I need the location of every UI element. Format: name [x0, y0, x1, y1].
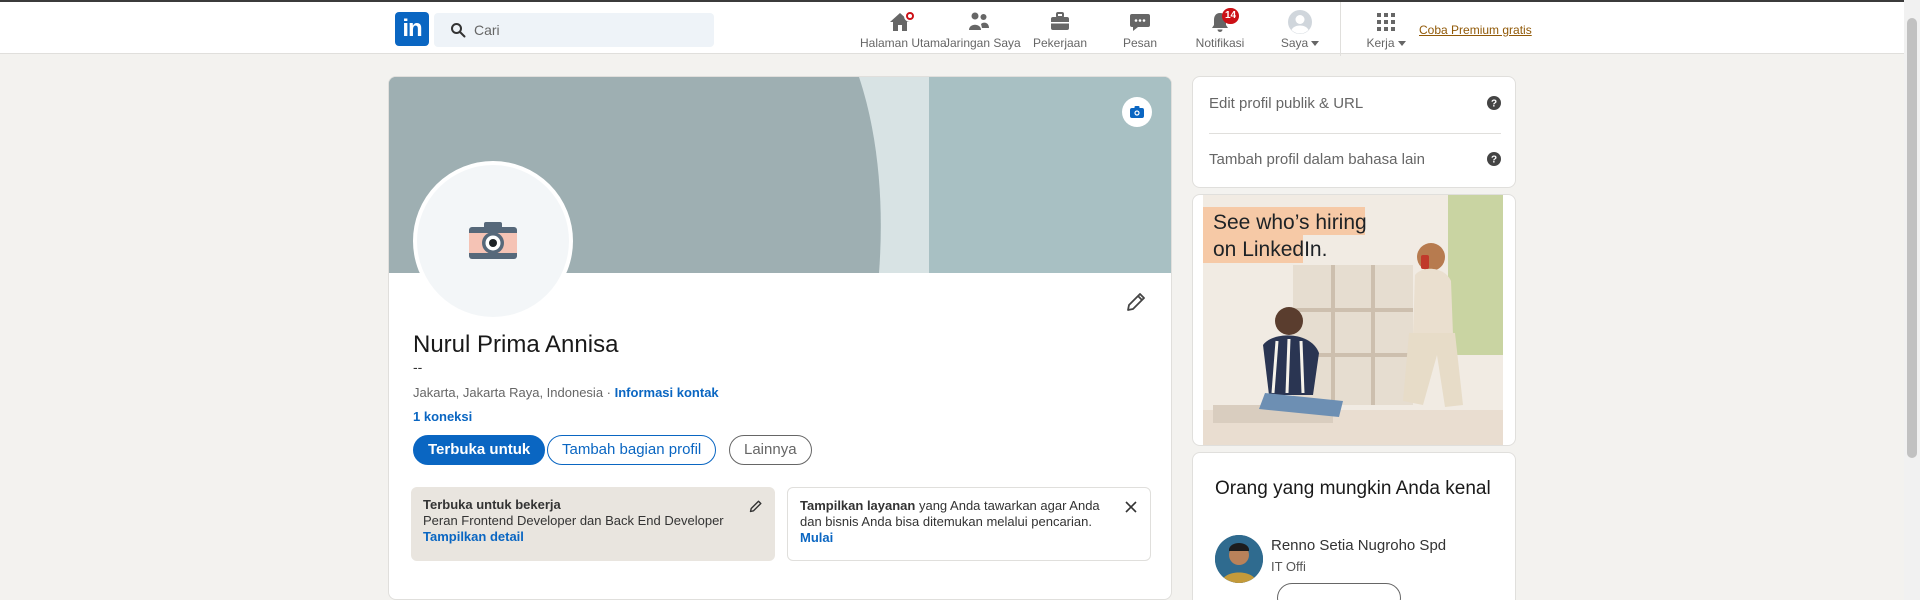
profile-name: Nurul Prima Annisa [413, 331, 619, 358]
edit-open-to-work-button[interactable] [749, 499, 763, 517]
close-icon [1125, 501, 1137, 513]
help-icon[interactable]: ? [1487, 96, 1501, 110]
search-box[interactable] [434, 13, 714, 47]
camera-icon [1130, 106, 1144, 118]
location-text: Jakarta, Jakarta Raya, Indonesia [413, 385, 604, 400]
services-bold-text: Tampilkan layanan [800, 498, 916, 513]
nav-network-label: Jaringan Saya [944, 36, 1021, 50]
nav-notifications-label: Notifikasi [1195, 36, 1245, 50]
contact-info-link[interactable]: Informasi kontak [615, 385, 719, 400]
search-icon [451, 23, 466, 38]
grid-icon [1377, 13, 1395, 31]
profile-photo-placeholder[interactable] [413, 161, 573, 321]
avatar-icon [1288, 10, 1312, 34]
svg-text:?: ? [1491, 99, 1497, 110]
connect-button[interactable] [1277, 583, 1401, 600]
connections-link[interactable]: 1 koneksi [413, 409, 472, 424]
home-notification-dot [904, 10, 916, 22]
pencil-icon [1127, 293, 1145, 311]
profile-headline: -- [413, 359, 423, 375]
chevron-down-icon [1397, 41, 1406, 47]
add-language-profile-label: Tambah profil dalam bahasa lain [1209, 151, 1425, 168]
add-language-profile-link[interactable]: Tambah profil dalam bahasa lain ? [1209, 151, 1501, 168]
person-name[interactable]: Renno Setia Nugroho Spd [1271, 537, 1446, 554]
network-icon [969, 12, 989, 30]
search-input[interactable] [474, 22, 694, 38]
profile-card: Nurul Prima Annisa -- Jakarta, Jakarta R… [388, 76, 1172, 600]
briefcase-icon [1051, 12, 1069, 30]
notifications-count-badge: 14 [1222, 8, 1240, 24]
profile-location: Jakarta, Jakarta Raya, Indonesia · Infor… [413, 385, 719, 400]
nav-jobs[interactable]: Pekerjaan [1030, 10, 1090, 52]
scrollbar-thumb[interactable] [1907, 18, 1917, 458]
location-separator: · [603, 385, 615, 400]
people-you-may-know-card: Orang yang mungkin Anda kenal Renno Seti… [1192, 452, 1516, 600]
nav-work-label: Kerja [1356, 36, 1416, 50]
linkedin-logo[interactable]: in [395, 12, 429, 46]
person-avatar[interactable] [1215, 535, 1263, 583]
premium-trial-link[interactable]: Coba Premium gratis [1419, 23, 1532, 37]
person-title: IT Offi [1271, 559, 1306, 574]
edit-intro-button[interactable] [1125, 291, 1147, 318]
help-icon[interactable]: ? [1487, 152, 1501, 166]
add-profile-section-button[interactable]: Tambah bagian profil [547, 435, 717, 465]
nav-home-label: Halaman Utama [860, 36, 947, 50]
ad-headline: See who’s hiring on LinkedIn. [1213, 209, 1367, 263]
hiring-ad-card[interactable]: See who’s hiring on LinkedIn. [1192, 194, 1516, 446]
services-card: Tampilkan layanan yang Anda tawarkan aga… [787, 487, 1151, 561]
dismiss-services-button[interactable] [1124, 500, 1138, 518]
nav-my-network[interactable]: Jaringan Saya [944, 10, 1021, 52]
profile-settings-card: Edit profil publik & URL ? Tambah profil… [1192, 76, 1516, 188]
messaging-icon [1130, 14, 1150, 31]
nav-jobs-label: Pekerjaan [1032, 36, 1088, 50]
pencil-icon [749, 500, 762, 513]
edit-cover-button[interactable] [1122, 97, 1152, 127]
ad-line-2: on LinkedIn. [1213, 238, 1328, 261]
edit-public-profile-link[interactable]: Edit profil publik & URL ? [1209, 95, 1501, 112]
services-text: Tampilkan layanan yang Anda tawarkan aga… [800, 498, 1100, 530]
more-button[interactable]: Lainnya [729, 435, 812, 465]
ad-line-1: See who’s hiring [1213, 211, 1367, 234]
top-navigation-bar: in Halaman Utama Jaringan Saya Pek [0, 0, 1904, 56]
nav-me[interactable]: Saya [1270, 10, 1330, 52]
nav-messaging[interactable]: Pesan [1110, 10, 1170, 52]
nav-messaging-label: Pesan [1122, 36, 1158, 50]
nav-me-label: Saya [1270, 36, 1330, 50]
people-you-may-know-title: Orang yang mungkin Anda kenal [1215, 478, 1491, 499]
nav-home[interactable]: Halaman Utama [860, 10, 947, 52]
camera-icon [469, 222, 517, 259]
page-scrollbar[interactable] [1904, 0, 1920, 600]
edit-public-profile-label: Edit profil publik & URL [1209, 95, 1364, 112]
open-to-work-roles: Peran Frontend Developer dan Back End De… [423, 513, 724, 528]
divider [1209, 133, 1501, 134]
chevron-down-icon [1311, 41, 1320, 47]
show-details-link[interactable]: Tampilkan detail [423, 529, 763, 545]
svg-text:?: ? [1491, 155, 1497, 166]
get-started-link[interactable]: Mulai [800, 530, 1138, 546]
person-photo [1215, 535, 1263, 583]
nav-work[interactable]: Kerja [1356, 10, 1416, 52]
open-to-button[interactable]: Terbuka untuk [413, 435, 546, 465]
nav-divider [1340, 2, 1341, 56]
nav-notifications[interactable]: 14 Notifikasi [1190, 8, 1250, 52]
open-to-work-card: Terbuka untuk bekerja Peran Frontend Dev… [411, 487, 775, 561]
open-to-work-title: Terbuka untuk bekerja [423, 497, 561, 512]
